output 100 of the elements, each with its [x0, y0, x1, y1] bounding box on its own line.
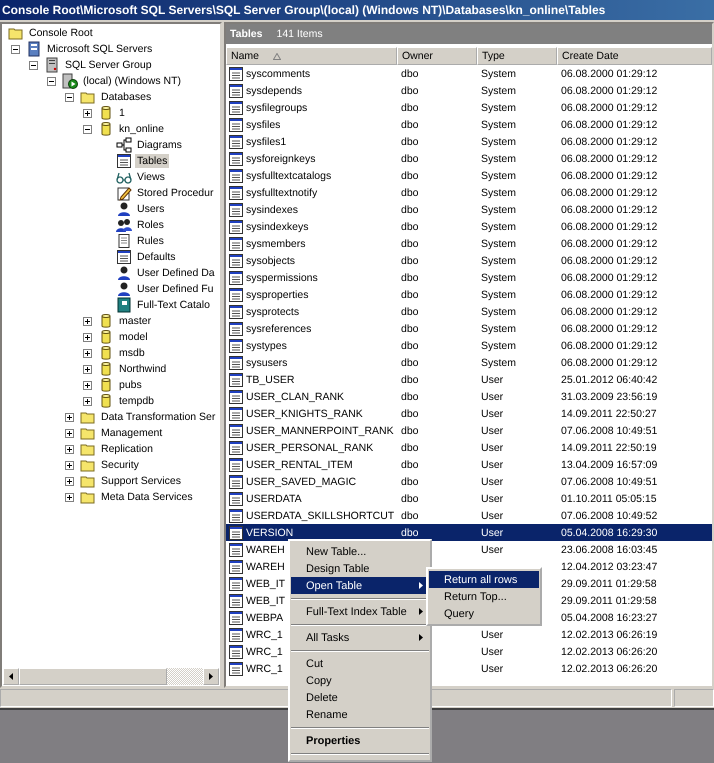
tree-item[interactable]: tempdb	[117, 394, 156, 408]
tree-item[interactable]: Diagrams	[135, 138, 184, 152]
name-cell[interactable]: WEB_IT	[246, 594, 286, 606]
tree-item[interactable]: Databases	[99, 90, 154, 104]
expand-icon[interactable]	[83, 108, 92, 118]
tree-item[interactable]: Meta Data Services	[99, 490, 195, 504]
menu-item[interactable]: Properties	[291, 732, 429, 749]
expand-icon[interactable]	[83, 348, 92, 358]
collapse-icon[interactable]	[47, 76, 56, 86]
name-cell[interactable]: sysproperties	[246, 288, 308, 300]
tree-item[interactable]: Full-Text Catalo	[135, 298, 212, 312]
name-cell[interactable]: sysreferences	[246, 322, 312, 334]
name-cell[interactable]: USER_RENTAL_ITEM	[246, 458, 353, 470]
name-cell[interactable]: USER_PERSONAL_RANK	[246, 442, 374, 454]
collapse-icon[interactable]	[83, 124, 92, 134]
menu-item[interactable]: Copy	[291, 672, 429, 689]
tree-item[interactable]: User Defined Da	[135, 266, 217, 280]
name-cell[interactable]: WRC_1	[246, 662, 283, 674]
collapse-icon[interactable]	[65, 92, 74, 102]
name-cell[interactable]: TB_USER	[246, 374, 294, 386]
name-cell[interactable]: USERDATA	[246, 492, 302, 504]
name-cell[interactable]: sysfiles	[246, 118, 280, 130]
tree-item[interactable]: Security	[99, 458, 141, 472]
tree-item[interactable]: pubs	[117, 378, 144, 392]
tree-item[interactable]: Defaults	[135, 250, 178, 264]
scrollbar[interactable]	[3, 668, 219, 685]
name-cell[interactable]: sysobjects	[246, 254, 296, 266]
tree-item[interactable]: Roles	[135, 218, 166, 232]
name-cell[interactable]: sysfulltextcatalogs	[246, 170, 332, 182]
name-cell[interactable]: sysforeignkeys	[246, 152, 316, 164]
expand-icon[interactable]	[83, 396, 92, 406]
tree-item[interactable]: Data Transformation Ser	[99, 410, 218, 424]
tree-item[interactable]: Microsoft SQL Servers	[45, 42, 154, 56]
tree-item[interactable]: msdb	[117, 346, 147, 360]
scroll-right-button[interactable]	[203, 668, 219, 685]
menu-item[interactable]: Open Table	[291, 577, 429, 594]
menu-item[interactable]: Return all rows	[429, 571, 539, 588]
column-header[interactable]: Type	[477, 47, 557, 65]
name-cell[interactable]: WAREH	[246, 560, 285, 572]
menu-item[interactable]: Delete	[291, 689, 429, 706]
column-header[interactable]: Name	[226, 47, 397, 65]
tree-item[interactable]: Tables	[135, 154, 170, 168]
name-cell[interactable]: sysindexes	[246, 204, 298, 216]
menu-item[interactable]: New Table...	[291, 543, 429, 560]
expand-icon[interactable]	[83, 364, 92, 374]
tree-item[interactable]: Views	[135, 170, 167, 184]
expand-icon[interactable]	[65, 476, 74, 486]
tree-item[interactable]: master	[117, 314, 154, 328]
name-cell[interactable]: sysdepends	[246, 84, 302, 96]
column-header[interactable]: Create Date	[557, 47, 712, 65]
name-cell[interactable]: sysfilegroups	[246, 102, 308, 114]
name-cell[interactable]: WEBPA	[246, 612, 284, 624]
name-cell[interactable]: USER_KNIGHTS_RANK	[246, 408, 363, 420]
name-cell[interactable]: WRC_1	[246, 646, 283, 658]
tree-item[interactable]: Northwind	[117, 362, 168, 376]
menu-item[interactable]: All Tasks	[291, 629, 429, 646]
tree-item[interactable]: (local) (Windows NT)	[81, 74, 184, 88]
name-cell[interactable]: sysprotects	[246, 306, 300, 318]
tree-item[interactable]: Stored Procedur	[135, 186, 216, 200]
collapse-icon[interactable]	[29, 60, 38, 70]
name-cell[interactable]: USERDATA_SKILLSHORTCUT	[246, 510, 394, 522]
name-cell[interactable]: syspermissions	[246, 272, 318, 284]
menu-item[interactable]: Cut	[291, 655, 429, 672]
expand-icon[interactable]	[65, 428, 74, 438]
name-cell[interactable]: sysusers	[246, 356, 288, 368]
tree-item[interactable]: 1	[117, 106, 127, 120]
name-cell[interactable]: syscomments	[246, 68, 310, 80]
menu-item[interactable]: Query	[429, 605, 539, 622]
tree-item[interactable]: Console Root	[27, 26, 95, 40]
name-cell[interactable]: sysfulltextnotify	[246, 186, 318, 198]
name-cell[interactable]: USER_CLAN_RANK	[246, 390, 344, 402]
tree-item[interactable]: User Defined Fu	[135, 282, 216, 296]
tree-item[interactable]: model	[117, 330, 150, 344]
tree-item[interactable]: Management	[99, 426, 164, 440]
name-cell[interactable]: systypes	[246, 340, 287, 352]
name-cell[interactable]: USER_SAVED_MAGIC	[246, 476, 356, 488]
menu-item[interactable]: Full-Text Index Table	[291, 603, 429, 620]
tree-item[interactable]: Replication	[99, 442, 155, 456]
name-cell[interactable]: sysfiles1	[246, 136, 286, 148]
tree-item[interactable]: SQL Server Group	[63, 58, 154, 72]
expand-icon[interactable]	[65, 444, 74, 454]
menu-item[interactable]: Design Table	[291, 560, 429, 577]
expand-icon[interactable]	[65, 460, 74, 470]
expand-icon[interactable]	[65, 492, 74, 502]
tree-item[interactable]: Users	[135, 202, 166, 216]
tree-item[interactable]: kn_online	[117, 122, 166, 136]
name-cell[interactable]: sysindexkeys	[246, 220, 308, 232]
menu-item[interactable]: Return Top...	[429, 588, 539, 605]
column-header[interactable]: Owner	[397, 47, 477, 65]
name-cell[interactable]: VERSION	[246, 526, 294, 538]
scroll-left-button[interactable]	[3, 668, 19, 685]
name-cell[interactable]: USER_MANNERPOINT_RANK	[246, 424, 394, 436]
name-cell[interactable]: WRC_1	[246, 628, 283, 640]
tree-item[interactable]: Support Services	[99, 474, 183, 488]
name-cell[interactable]: WAREH	[246, 544, 285, 556]
name-cell[interactable]: WEB_IT	[246, 578, 286, 590]
tree-item[interactable]: Rules	[135, 234, 166, 248]
expand-icon[interactable]	[65, 412, 74, 422]
expand-icon[interactable]	[83, 332, 92, 342]
name-cell[interactable]: sysmembers	[246, 238, 306, 250]
